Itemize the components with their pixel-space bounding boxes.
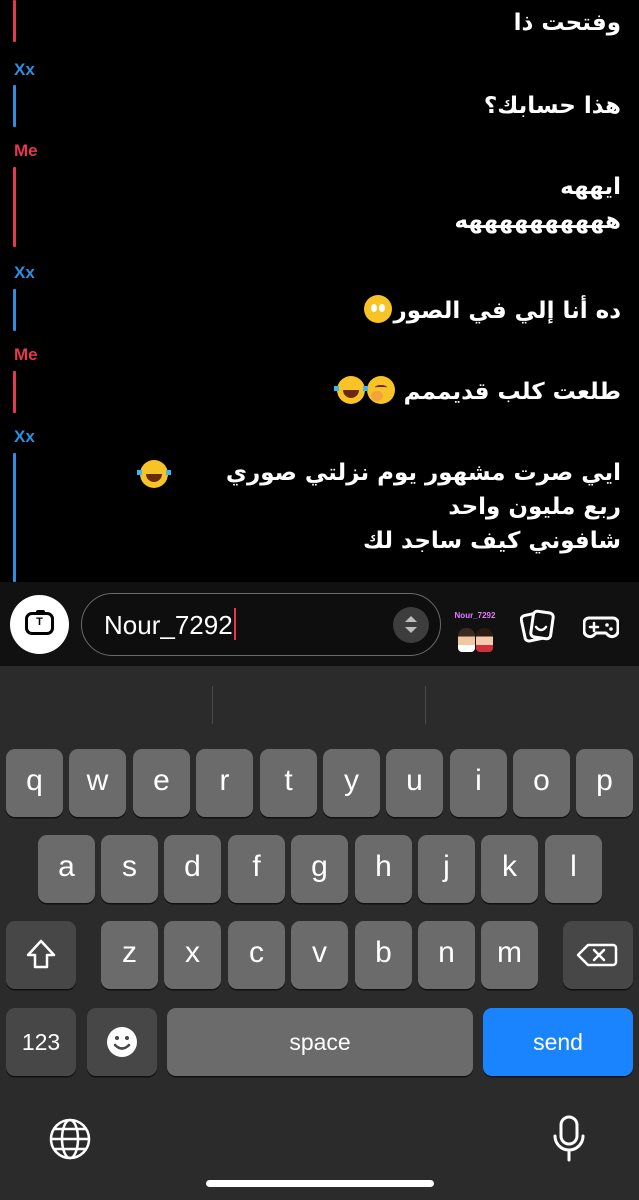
suggestion-divider [425, 686, 426, 724]
backspace-icon [576, 943, 618, 967]
key-v[interactable]: v [291, 921, 348, 989]
key-q[interactable]: q [6, 749, 63, 817]
camera-button[interactable]: T [10, 595, 69, 654]
bitmoji-avatar-icon [458, 628, 475, 652]
numbers-key[interactable]: 123 [6, 1008, 76, 1076]
camera-icon: T [25, 610, 54, 635]
sender-label: Me [14, 141, 38, 160]
key-l[interactable]: l [545, 835, 602, 903]
emoji-key[interactable] [87, 1008, 157, 1076]
up-down-chevron-icon[interactable] [393, 607, 429, 643]
sender-label: Xx [14, 263, 35, 282]
tears-of-joy-emoji-icon [333, 376, 368, 404]
chat-message[interactable]: وفتحت ذا [41, 6, 621, 40]
pleading-face-emoji-icon [364, 295, 393, 323]
key-j[interactable]: j [418, 835, 475, 903]
tears-of-joy-emoji-icon [137, 460, 171, 488]
message-bar [13, 289, 16, 331]
chat-thread: وفتحت ذا Xx هذا حسابك؟ Me ايههه هههههههه… [0, 0, 639, 582]
hand-over-mouth-emoji-icon [366, 376, 395, 404]
suggestion-divider [212, 686, 213, 724]
key-t[interactable]: t [260, 749, 317, 817]
key-p[interactable]: p [576, 749, 633, 817]
chat-message-text: ده أنا إلي في الصور [393, 298, 621, 324]
chat-text-input[interactable]: Nour_7292 [81, 593, 441, 656]
key-y[interactable]: y [323, 749, 380, 817]
key-a[interactable]: a [38, 835, 95, 903]
chat-message-text: ايي صرت مشهور يوم نزلتي صوري ربع مليون و… [225, 460, 621, 554]
globe-icon[interactable] [48, 1117, 92, 1161]
sender-label: Xx [14, 60, 35, 79]
key-k[interactable]: k [481, 835, 538, 903]
shift-arrow-icon [26, 939, 56, 969]
key-d[interactable]: d [164, 835, 221, 903]
key-u[interactable]: u [386, 749, 443, 817]
key-x[interactable]: x [164, 921, 221, 989]
text-cursor [233, 608, 236, 640]
sender-label: Me [14, 345, 38, 364]
key-r[interactable]: r [196, 749, 253, 817]
bitmoji-avatar-icon [476, 628, 493, 652]
chat-message[interactable]: ايههه ههههههههههه [41, 170, 621, 238]
chat-message-with-emoji[interactable]: ايي صرت مشهور يوم نزلتي صوري ربع مليون و… [41, 456, 621, 558]
game-controller-icon[interactable] [583, 608, 619, 644]
input-value: Nour_7292 [104, 610, 233, 640]
key-g[interactable]: g [291, 835, 348, 903]
chat-message[interactable]: هذا حسابك؟ [41, 89, 621, 123]
key-n[interactable]: n [418, 921, 475, 989]
key-e[interactable]: e [133, 749, 190, 817]
chat-message-text: طلعت كلب قديممم [403, 379, 621, 405]
key-s[interactable]: s [101, 835, 158, 903]
shift-key[interactable] [6, 921, 76, 989]
key-m[interactable]: m [481, 921, 538, 989]
smiley-icon [107, 1027, 137, 1057]
message-bar [13, 0, 16, 42]
message-bar [13, 167, 16, 247]
bitmoji-label: Nour_7292 [454, 611, 496, 620]
key-i[interactable]: i [450, 749, 507, 817]
message-bar [13, 85, 16, 127]
key-w[interactable]: w [69, 749, 126, 817]
microphone-icon[interactable] [551, 1114, 587, 1164]
key-o[interactable]: o [513, 749, 570, 817]
backspace-key[interactable] [563, 921, 633, 989]
chat-message-with-emoji[interactable]: ده أنا إلي في الصور [41, 294, 621, 328]
bitmoji-sticker-button[interactable]: Nour_7292 [448, 611, 502, 657]
space-key[interactable]: space [167, 1008, 473, 1076]
message-bar [13, 453, 16, 582]
key-c[interactable]: c [228, 921, 285, 989]
key-f[interactable]: f [228, 835, 285, 903]
input-value-wrap: Nour_7292 [104, 608, 236, 641]
chat-message-with-emoji[interactable]: طلعت كلب قديممم [41, 375, 621, 409]
message-bar [13, 371, 16, 413]
key-b[interactable]: b [355, 921, 412, 989]
home-indicator [206, 1180, 434, 1187]
key-z[interactable]: z [101, 921, 158, 989]
key-h[interactable]: h [355, 835, 412, 903]
sticker-icon[interactable] [520, 608, 556, 644]
sender-label: Xx [14, 427, 35, 446]
send-key[interactable]: send [483, 1008, 633, 1076]
